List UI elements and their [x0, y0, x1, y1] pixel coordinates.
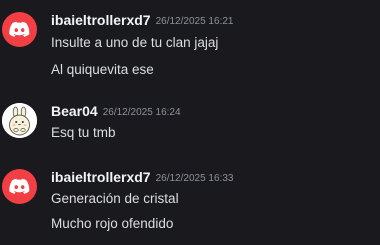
username[interactable]: Bear04 — [51, 103, 98, 119]
timestamp: 26/12/2025 16:24 — [102, 107, 181, 118]
discord-logo-icon — [9, 21, 30, 37]
username[interactable]: ibaieltrollerxd7 — [51, 169, 151, 185]
message-text: Esq tu tmb — [51, 125, 116, 140]
discord-logo-avatar[interactable] — [2, 12, 37, 47]
message-text: Al quiquevita ese — [51, 62, 154, 77]
bear-sticker-icon — [2, 103, 37, 138]
message-header: ibaieltrollerxd7 26/12/2025 16:33 — [51, 169, 233, 187]
discord-logo-avatar[interactable] — [2, 169, 37, 204]
timestamp: 26/12/2025 16:33 — [155, 173, 234, 184]
discord-logo-icon — [9, 178, 30, 194]
chat-log: ibaieltrollerxd7 26/12/2025 16:21 Insulte… — [0, 0, 380, 245]
message-header: ibaieltrollerxd7 26/12/2025 16:21 — [51, 12, 233, 30]
message-header: Bear04 26/12/2025 16:24 — [51, 103, 181, 121]
timestamp: 26/12/2025 16:21 — [155, 16, 234, 27]
message-text: Generación de cristal — [51, 191, 179, 206]
bear-avatar[interactable] — [2, 103, 37, 138]
message-text: Mucho rojo ofendido — [51, 216, 174, 231]
username[interactable]: ibaieltrollerxd7 — [51, 12, 151, 28]
message-text: Insulte a uno de tu clan jajaj — [51, 35, 219, 50]
